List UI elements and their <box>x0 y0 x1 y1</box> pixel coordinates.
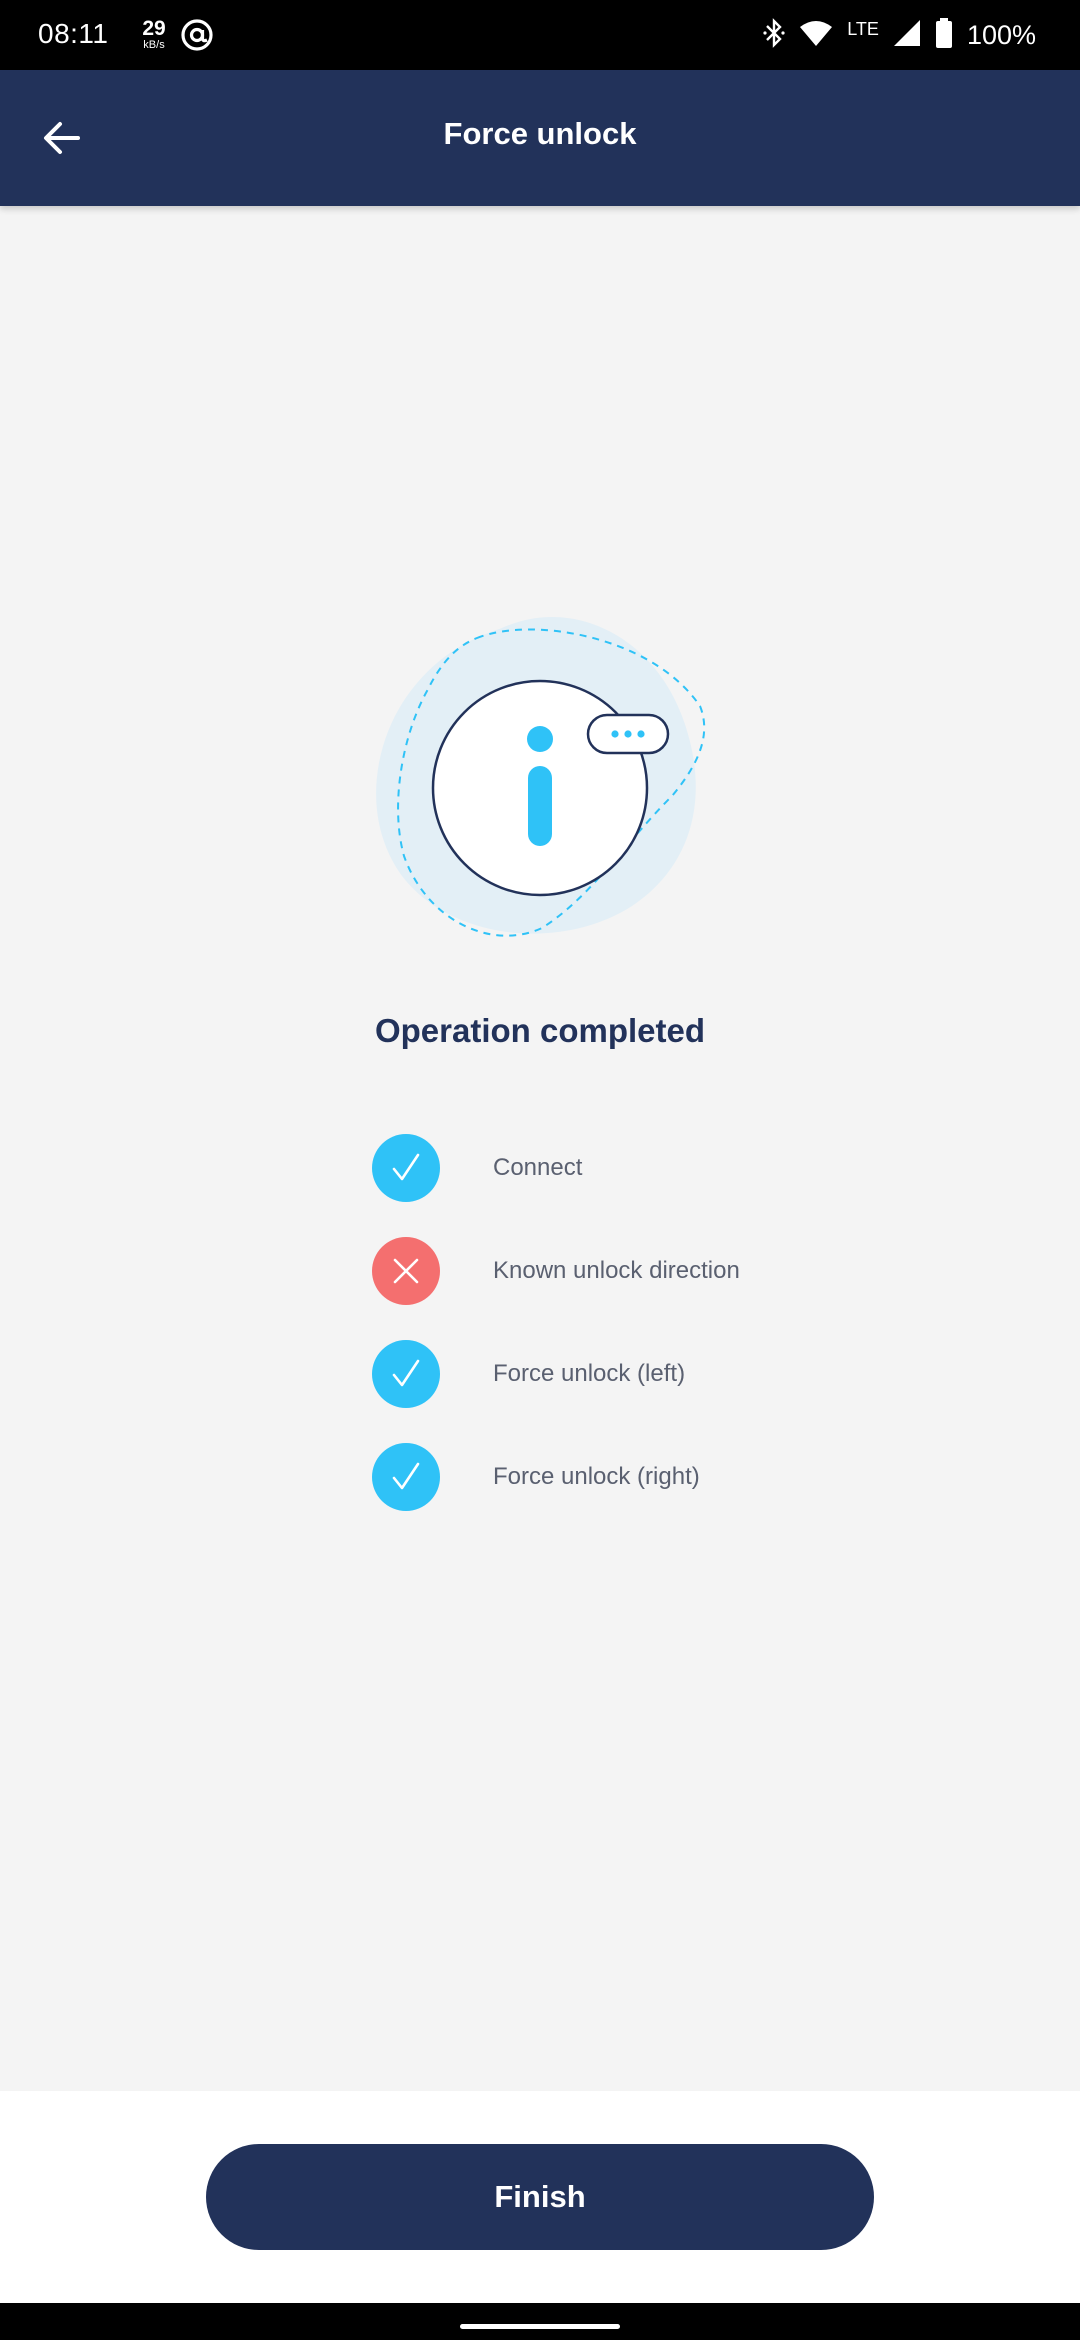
result-title: Operation completed <box>374 1012 706 1049</box>
success-badge <box>372 1443 440 1511</box>
step-label: Connect <box>493 1154 583 1181</box>
step-connect: Connect <box>372 1134 582 1202</box>
network-speed-unit: kB/s <box>143 39 165 51</box>
step-label: Force unlock (right) <box>493 1463 700 1490</box>
network-speed: 29 kB/s <box>134 18 174 51</box>
network-type: LTE <box>847 18 879 39</box>
at-sign-icon <box>180 18 214 57</box>
close-icon <box>393 1258 419 1284</box>
success-badge <box>372 1134 440 1202</box>
check-icon <box>392 1153 420 1181</box>
check-icon <box>392 1359 420 1387</box>
success-badge <box>372 1340 440 1408</box>
info-icon <box>376 616 706 937</box>
page-title: Force unlock <box>443 116 637 151</box>
system-navigation-bar <box>0 2303 1080 2340</box>
battery-level: 100% <box>966 19 1036 50</box>
bluetooth-icon <box>763 17 785 53</box>
home-gesture-handle[interactable] <box>460 2324 620 2329</box>
check-icon <box>392 1462 420 1490</box>
error-badge <box>372 1237 440 1305</box>
step-force-unlock-right: Force unlock (right) <box>372 1443 700 1511</box>
info-illustration <box>362 606 722 966</box>
step-known-unlock-direction: Known unlock direction <box>372 1237 740 1305</box>
step-label: Force unlock (left) <box>493 1360 686 1387</box>
step-list: Connect Known unlock direction Force unl… <box>372 1134 740 1546</box>
footer: Finish <box>0 2091 1080 2303</box>
network-speed-value: 29 <box>142 17 166 40</box>
app-bar: Force unlock <box>0 70 1080 206</box>
status-icons: LTE 100% <box>763 16 1036 54</box>
battery-icon <box>935 17 953 53</box>
step-force-unlock-left: Force unlock (left) <box>372 1340 685 1408</box>
status-time: 08:11 <box>38 18 109 49</box>
step-label: Known unlock direction <box>493 1257 740 1284</box>
finish-button[interactable]: Finish <box>206 2144 874 2250</box>
cell-signal-icon <box>893 19 921 52</box>
status-bar: 08:11 29 kB/s LTE 100% <box>0 0 1080 70</box>
main-content: Operation completed Connect Known unlock… <box>0 206 1080 2091</box>
wifi-icon <box>799 19 833 52</box>
